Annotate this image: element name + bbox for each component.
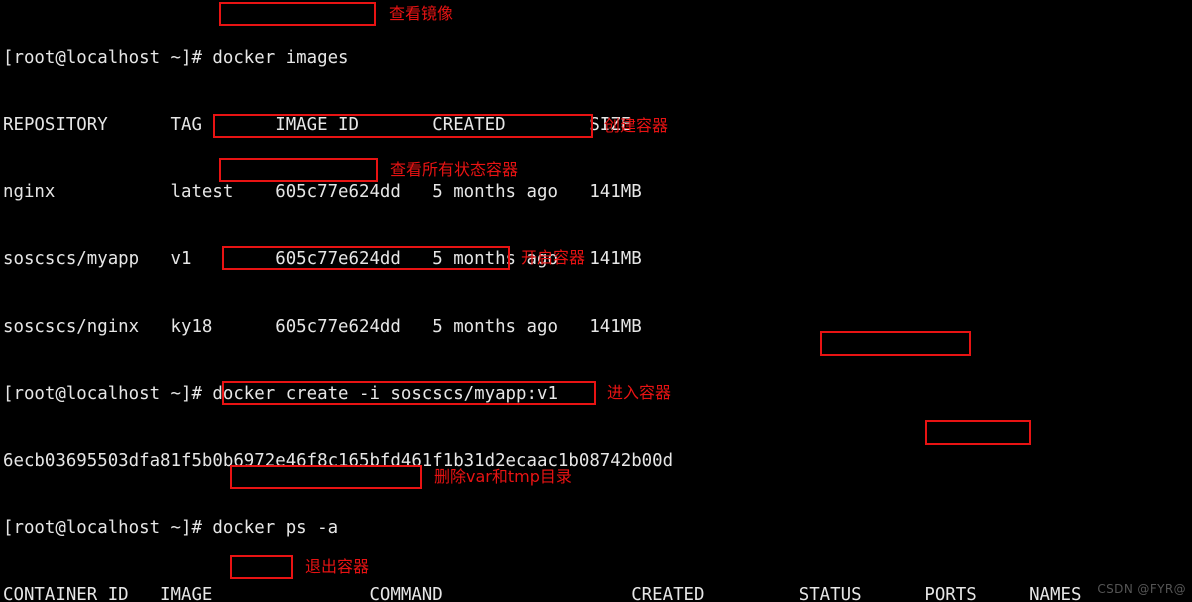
terminal-line: [root@localhost ~]# docker create -i sos… bbox=[3, 383, 558, 404]
annotation-delete-dirs: 删除var和tmp目录 bbox=[434, 467, 572, 486]
terminal-line: CONTAINER ID IMAGE COMMAND CREATED STATU… bbox=[3, 585, 1082, 602]
annotation-view-all: 查看所有状态容器 bbox=[390, 160, 519, 179]
terminal-line: REPOSITORY TAG IMAGE ID CREATED SIZE bbox=[3, 115, 632, 136]
terminal-line: [root@localhost ~]# docker ps -a bbox=[3, 518, 339, 539]
annotation-view-images: 查看镜像 bbox=[389, 4, 454, 23]
terminal-line: soscscs/nginx ky18 605c77e624dd 5 months… bbox=[3, 316, 642, 337]
annotation-create-container: 创建容器 bbox=[604, 116, 669, 135]
terminal-window[interactable]: [root@localhost ~]# docker images REPOSI… bbox=[0, 0, 1192, 602]
terminal-screen: [root@localhost ~]# docker images REPOSI… bbox=[3, 2, 1155, 602]
annotation-enter-container: 进入容器 bbox=[607, 383, 672, 402]
terminal-line: 6ecb03695503dfa81f5b0b6972e46f8c165bfd46… bbox=[3, 451, 674, 472]
terminal-line: [root@localhost ~]# docker images bbox=[3, 47, 349, 68]
terminal-line: nginx latest 605c77e624dd 5 months ago 1… bbox=[3, 182, 642, 203]
watermark: CSDN @FYR@ bbox=[1097, 581, 1186, 596]
annotation-exit-container: 退出容器 bbox=[305, 557, 370, 576]
annotation-start-container: 开启容器 bbox=[521, 248, 586, 267]
